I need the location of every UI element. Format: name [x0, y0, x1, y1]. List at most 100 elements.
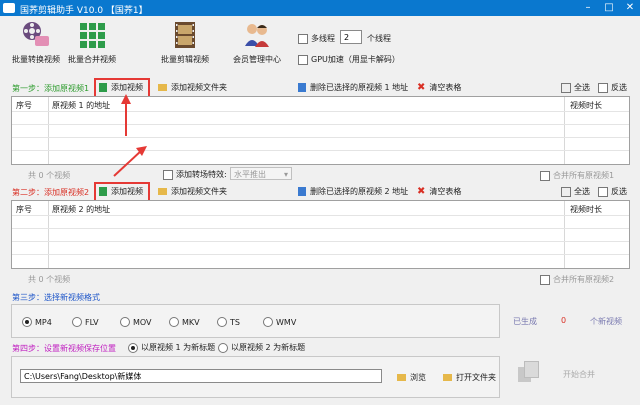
multithread-checkbox[interactable]: [298, 33, 308, 44]
merge-all-1-checkbox[interactable]: [540, 170, 550, 181]
title-option-label: 以原视频 1 为新标题: [141, 343, 216, 352]
format-label: MP4: [35, 317, 52, 327]
step1-delete-selected-label: 删除已选择的原视频 1 地址: [310, 83, 409, 92]
title-option-label: 以原视频 2 为新标题: [231, 343, 306, 352]
step2-select-all[interactable]: 全选: [561, 186, 590, 197]
step1-invert[interactable]: 反选: [598, 82, 627, 93]
radio-icon: [169, 317, 179, 327]
format-flv-radio[interactable]: FLV: [72, 317, 99, 327]
step2-add-folder-button[interactable]: 添加视频文件夹: [158, 186, 227, 197]
batch-edit-label: 批量剪辑视频: [161, 55, 209, 64]
step2-clear-button[interactable]: ✖ 清空表格: [417, 186, 461, 197]
format-mp4-radio[interactable]: MP4: [22, 317, 52, 327]
batch-convert-button[interactable]: 批量转换视频: [8, 20, 64, 65]
format-ts-radio[interactable]: TS: [217, 317, 240, 327]
transition-select[interactable]: 水平推出 ▾: [230, 167, 292, 180]
folder-icon: [397, 374, 406, 381]
delete-file-icon: [298, 83, 306, 92]
window-title: 国荞剪辑助手 V10.0 【国荞1】: [20, 6, 148, 16]
title-bar: 国荞剪辑助手 V10.0 【国荞1】 – □ ✕: [0, 0, 640, 16]
multithread-label: 多线程: [311, 34, 335, 43]
batch-convert-label: 批量转换视频: [12, 55, 60, 64]
start-merge-button[interactable]: 开始合并: [563, 369, 595, 380]
step1-table[interactable]: 序号 原视频 1 的地址 视频时长: [11, 96, 630, 165]
transition-label: 添加转场特效:: [176, 170, 227, 179]
chevron-down-icon: ▾: [283, 170, 288, 179]
generated-count: 0: [561, 316, 567, 325]
step2-merge-all[interactable]: 合并所有原视频2: [540, 274, 614, 285]
close-button[interactable]: ✕: [620, 0, 640, 16]
annotation-arrows: [113, 94, 147, 177]
maximize-button[interactable]: □: [599, 0, 619, 16]
step2-merge-all-label: 合并所有原视频2: [553, 275, 615, 284]
transition-option[interactable]: 添加转场特效:: [163, 169, 227, 180]
step2-delete-selected-button[interactable]: 删除已选择的原视频 2 地址: [298, 186, 408, 197]
arrow-diag-line: [113, 149, 143, 177]
format-label: MOV: [133, 317, 152, 327]
step1-invert-label: 反选: [611, 83, 627, 92]
generated-unit: 个新视频: [590, 317, 622, 326]
batch-edit-button[interactable]: 批量剪辑视频: [157, 20, 213, 65]
format-wmv-radio[interactable]: WMV: [263, 317, 296, 327]
select-all-checkbox[interactable]: [561, 186, 571, 197]
browse-button[interactable]: 浏览: [397, 372, 426, 383]
col-duration-header: 视频时长: [570, 101, 602, 110]
step1-add-folder-label: 添加视频文件夹: [171, 83, 227, 92]
step1-merge-all-label: 合并所有原视频1: [553, 171, 615, 180]
step2-select-all-label: 全选: [574, 187, 590, 196]
col-duration-header: 视频时长: [570, 205, 602, 214]
open-folder-button[interactable]: 打开文件夹: [443, 372, 496, 383]
col-index-header: 序号: [16, 205, 32, 214]
gpu-option[interactable]: GPU加速（用显卡解码）: [298, 54, 400, 65]
step1-delete-selected-button[interactable]: 删除已选择的原视频 1 地址: [298, 82, 408, 93]
title-from-video2-radio[interactable]: 以原视频 2 为新标题: [218, 342, 305, 353]
app-icon: [3, 3, 15, 13]
step2-invert[interactable]: 反选: [598, 186, 627, 197]
step1-select-all-label: 全选: [574, 83, 590, 92]
select-all-checkbox[interactable]: [561, 82, 571, 93]
step2-table[interactable]: 序号 原视频 2 的地址 视频时长: [11, 200, 630, 269]
multithread-option[interactable]: 多线程: [298, 33, 335, 44]
step1-title: 第一步：添加原视频1: [12, 84, 90, 93]
gpu-checkbox[interactable]: [298, 54, 308, 65]
step2-delete-selected-label: 删除已选择的原视频 2 地址: [310, 187, 409, 196]
folder-icon: [443, 374, 452, 381]
radio-icon: [217, 317, 227, 327]
invert-checkbox[interactable]: [598, 82, 608, 93]
radio-icon: [22, 317, 32, 327]
merge-all-2-checkbox[interactable]: [540, 274, 550, 285]
step2-count: 共 0 个视频: [28, 275, 71, 284]
clear-icon: ✖: [417, 186, 426, 197]
title-from-video1-radio[interactable]: 以原视频 1 为新标题: [128, 342, 215, 353]
member-center-label: 会员管理中心: [233, 55, 281, 64]
folder-icon: [158, 84, 167, 91]
invert-checkbox[interactable]: [598, 186, 608, 197]
format-label: TS: [230, 317, 240, 327]
batch-merge-button[interactable]: 批量合并视频: [64, 20, 120, 65]
minimize-button[interactable]: –: [578, 0, 598, 16]
gpu-label: GPU加速（用显卡解码）: [311, 55, 400, 64]
clear-icon: ✖: [417, 82, 426, 93]
grid-merge-icon: [80, 23, 105, 48]
step1-select-all[interactable]: 全选: [561, 82, 590, 93]
arrow-up-head: [121, 94, 131, 104]
thread-count-input[interactable]: [340, 30, 362, 44]
format-mkv-radio[interactable]: MKV: [169, 317, 200, 327]
format-mov-radio[interactable]: MOV: [120, 317, 152, 327]
save-path-input[interactable]: [20, 369, 382, 383]
radio-icon: [218, 342, 228, 353]
users-icon: [245, 24, 269, 47]
format-label: MKV: [182, 317, 200, 327]
batch-merge-label: 批量合并视频: [68, 55, 116, 64]
step4-title: 第四步：设置新视频保存位置: [12, 344, 116, 353]
step1-clear-button[interactable]: ✖ 清空表格: [417, 82, 461, 93]
radio-icon: [72, 317, 82, 327]
step1-add-folder-button[interactable]: 添加视频文件夹: [158, 82, 227, 93]
step1-merge-all[interactable]: 合并所有原视频1: [540, 170, 614, 181]
step1-clear-label: 清空表格: [429, 83, 462, 92]
format-label: FLV: [85, 317, 99, 327]
generated-label: 已生成: [513, 317, 537, 326]
transition-value: 水平推出: [234, 170, 266, 179]
transition-checkbox[interactable]: [163, 169, 173, 180]
member-center-button[interactable]: 会员管理中心: [229, 20, 285, 65]
